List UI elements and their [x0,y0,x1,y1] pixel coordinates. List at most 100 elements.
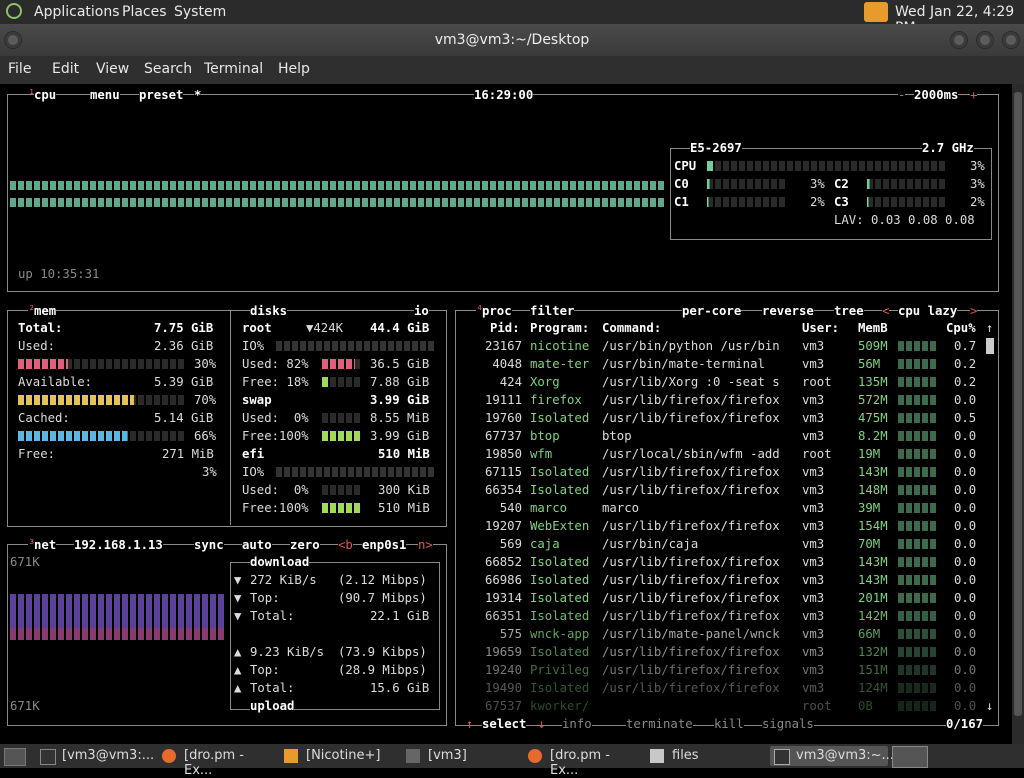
proc-scroll-up-icon[interactable]: ↑ [986,320,993,336]
cpu-menu-tab[interactable]: menu [90,87,120,103]
proc-scroll-down-icon[interactable]: ↓ [986,698,993,714]
proc-cell-program: firefox [530,393,582,407]
mem-free: 271 MiB [162,447,214,461]
menu-places[interactable]: Places [122,4,167,20]
task-files[interactable]: files [646,746,764,766]
close-icon[interactable] [1002,31,1020,49]
proc-sort-next[interactable]: > [970,303,978,319]
window-titlebar[interactable]: vm3@vm3:~/Desktop [0,24,1024,56]
proc-cell-mem: 143M [858,573,888,587]
proc-terminate-button[interactable]: terminate [626,716,693,732]
disk-root-free-label: Free: 18% [242,375,309,389]
disks-tab[interactable]: disks [250,303,288,319]
proc-cell-mem: 509M [858,339,888,353]
net-tab[interactable]: net [34,537,57,553]
cpu-core-1-label: C1 [674,195,689,209]
proc-select-button[interactable]: select [482,716,527,732]
proc-cell-command: /usr/lib/firefox/firefox [602,393,780,407]
show-desktop-icon[interactable] [4,748,26,766]
task-vm3[interactable]: [vm3] [402,746,520,766]
proc-sort-field[interactable]: cpu lazy [898,303,958,319]
disk-efi-used-meter [322,485,362,495]
task-nicotine[interactable]: [Nicotine+] [280,746,398,766]
proc-mem-meter [898,683,938,693]
disk-efi-free: 510 MiB [378,501,430,515]
proc-cell-user: vm3 [802,681,825,695]
net-next-iface[interactable]: n> [418,537,433,553]
proc-cell-cpu: 0.0 [954,519,977,533]
proc-cell-user: root [802,699,832,713]
net-upload-total: 15.6 GiB [370,681,430,695]
terminal-area[interactable]: ¹ cpu menu preset * 16:29:00 - 2000ms + … [0,84,1012,744]
menu-file[interactable]: File [8,61,31,77]
proc-cell-pid: 4048 [492,357,522,371]
proc-cell-cpu: 0.0 [954,645,977,659]
minimize-icon[interactable] [950,31,968,49]
proc-mem-meter [898,431,938,441]
cpu-tab[interactable]: cpu [34,87,57,103]
cpu-interval-minus[interactable]: - [898,87,906,103]
task-firefox-2[interactable]: [dro.pm - Ex... [524,746,642,778]
net-upload-top-label: Top: [250,663,280,677]
proc-reverse-toggle[interactable]: reverse [762,303,814,319]
proc-signals-button[interactable]: signals [762,716,814,732]
net-auto-toggle[interactable]: auto [242,537,272,553]
menu-system[interactable]: System [174,4,226,20]
proc-cell-program: Isolated [530,573,590,587]
net-download-title: download [250,554,310,570]
proc-cell-pid: 575 [499,627,522,641]
mem-tab[interactable]: mem [34,303,57,319]
disks-io-tab[interactable]: io [414,303,429,319]
proc-cell-command: /usr/lib/firefox/firefox [602,645,780,659]
task-firefox-1[interactable]: [dro.pm - Ex... [158,746,276,778]
proc-cell-cpu: 0.0 [954,483,977,497]
task-terminal-1[interactable]: [vm3@vm3:... [36,746,154,766]
task-terminal-active[interactable]: vm3@vm3:~... [770,746,894,766]
proc-scrollbar-thumb[interactable] [986,338,994,354]
workspace-switcher[interactable] [892,746,928,768]
proc-filter-tab[interactable]: filter [530,303,575,319]
mate-logo-icon[interactable] [6,3,22,19]
proc-header-mem[interactable]: MemB [858,320,888,336]
disk-swap-size: 3.99 GiB [370,393,430,407]
terminal-scrollbar[interactable] [1012,84,1024,744]
maximize-icon[interactable] [976,31,994,49]
menu-view[interactable]: View [96,61,129,77]
net-prev-iface[interactable]: <b [338,537,353,553]
cpu-core-2-label: C2 [834,177,849,191]
menu-edit[interactable]: Edit [52,61,79,77]
menu-applications[interactable]: Applications [34,4,120,20]
net-sync-toggle[interactable]: sync [194,537,224,553]
proc-tree-toggle[interactable]: tree [834,303,864,319]
net-download-top: (90.7 Mibps) [338,591,427,605]
nicotine-tray-icon[interactable] [864,2,888,22]
menu-help[interactable]: Help [278,61,310,77]
proc-per-core-toggle[interactable]: per-core [682,303,742,319]
proc-cell-pid: 67115 [484,465,522,479]
net-up-arrow-2: ▲ [234,663,242,677]
proc-kill-button[interactable]: kill [714,716,744,732]
cpu-preset-tab[interactable]: preset [139,87,184,103]
net-zero-toggle[interactable]: zero [290,537,320,553]
terminal-scrollbar-thumb[interactable] [1014,92,1022,716]
proc-header-user[interactable]: User: [802,320,839,336]
proc-select-down-icon[interactable]: ↓ [538,716,545,732]
proc-tab[interactable]: proc [482,303,512,319]
proc-header-cpu[interactable]: Cpu% [946,320,976,336]
proc-select-up-icon[interactable]: ↑ [466,716,473,732]
proc-cell-command: btop [602,429,632,443]
top-panel: Applications Places System Wed Jan 22, 4… [0,0,1024,36]
cpu-interval[interactable]: 2000ms [914,87,959,103]
proc-cell-cpu: 0.0 [954,537,977,551]
cpu-interval-plus[interactable]: + [970,87,978,103]
disk-efi-free-meter [322,503,362,513]
firefox-icon [528,749,542,763]
proc-sort-prev[interactable]: < [882,303,890,319]
proc-mem-meter [898,539,938,549]
proc-header-pid[interactable]: Pid: [490,320,520,336]
menu-terminal[interactable]: Terminal [204,61,263,77]
proc-header-program[interactable]: Program: [530,320,589,336]
proc-info-button[interactable]: info [562,716,592,732]
menu-search[interactable]: Search [144,61,192,77]
proc-header-command[interactable]: Command: [602,320,661,336]
